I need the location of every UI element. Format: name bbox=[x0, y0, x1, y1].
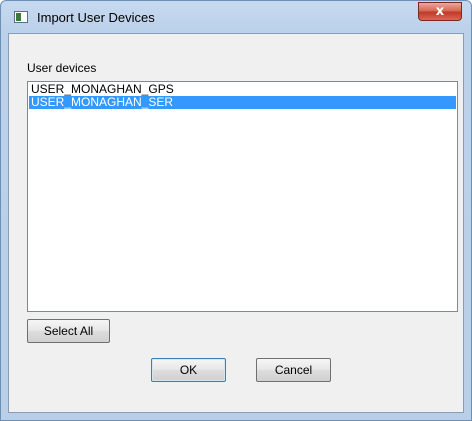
app-icon bbox=[14, 11, 28, 23]
dialog-window: Import User Devices x User devices USER_… bbox=[0, 0, 472, 421]
close-button[interactable]: x bbox=[418, 2, 462, 21]
ok-button[interactable]: OK bbox=[151, 358, 226, 382]
title-bar[interactable]: Import User Devices x bbox=[1, 1, 471, 33]
cancel-button[interactable]: Cancel bbox=[256, 358, 331, 382]
user-devices-label: User devices bbox=[27, 61, 97, 75]
user-devices-list[interactable]: USER_MONAGHAN_GPS USER_MONAGHAN_SER bbox=[27, 81, 458, 312]
select-all-button[interactable]: Select All bbox=[27, 319, 110, 343]
dialog-client-area: User devices USER_MONAGHAN_GPS USER_MONA… bbox=[8, 33, 464, 413]
close-icon: x bbox=[435, 4, 445, 19]
app-icon-bar bbox=[16, 13, 21, 21]
list-item-device-2[interactable]: USER_MONAGHAN_SER bbox=[29, 96, 456, 109]
window-title: Import User Devices bbox=[37, 10, 155, 25]
